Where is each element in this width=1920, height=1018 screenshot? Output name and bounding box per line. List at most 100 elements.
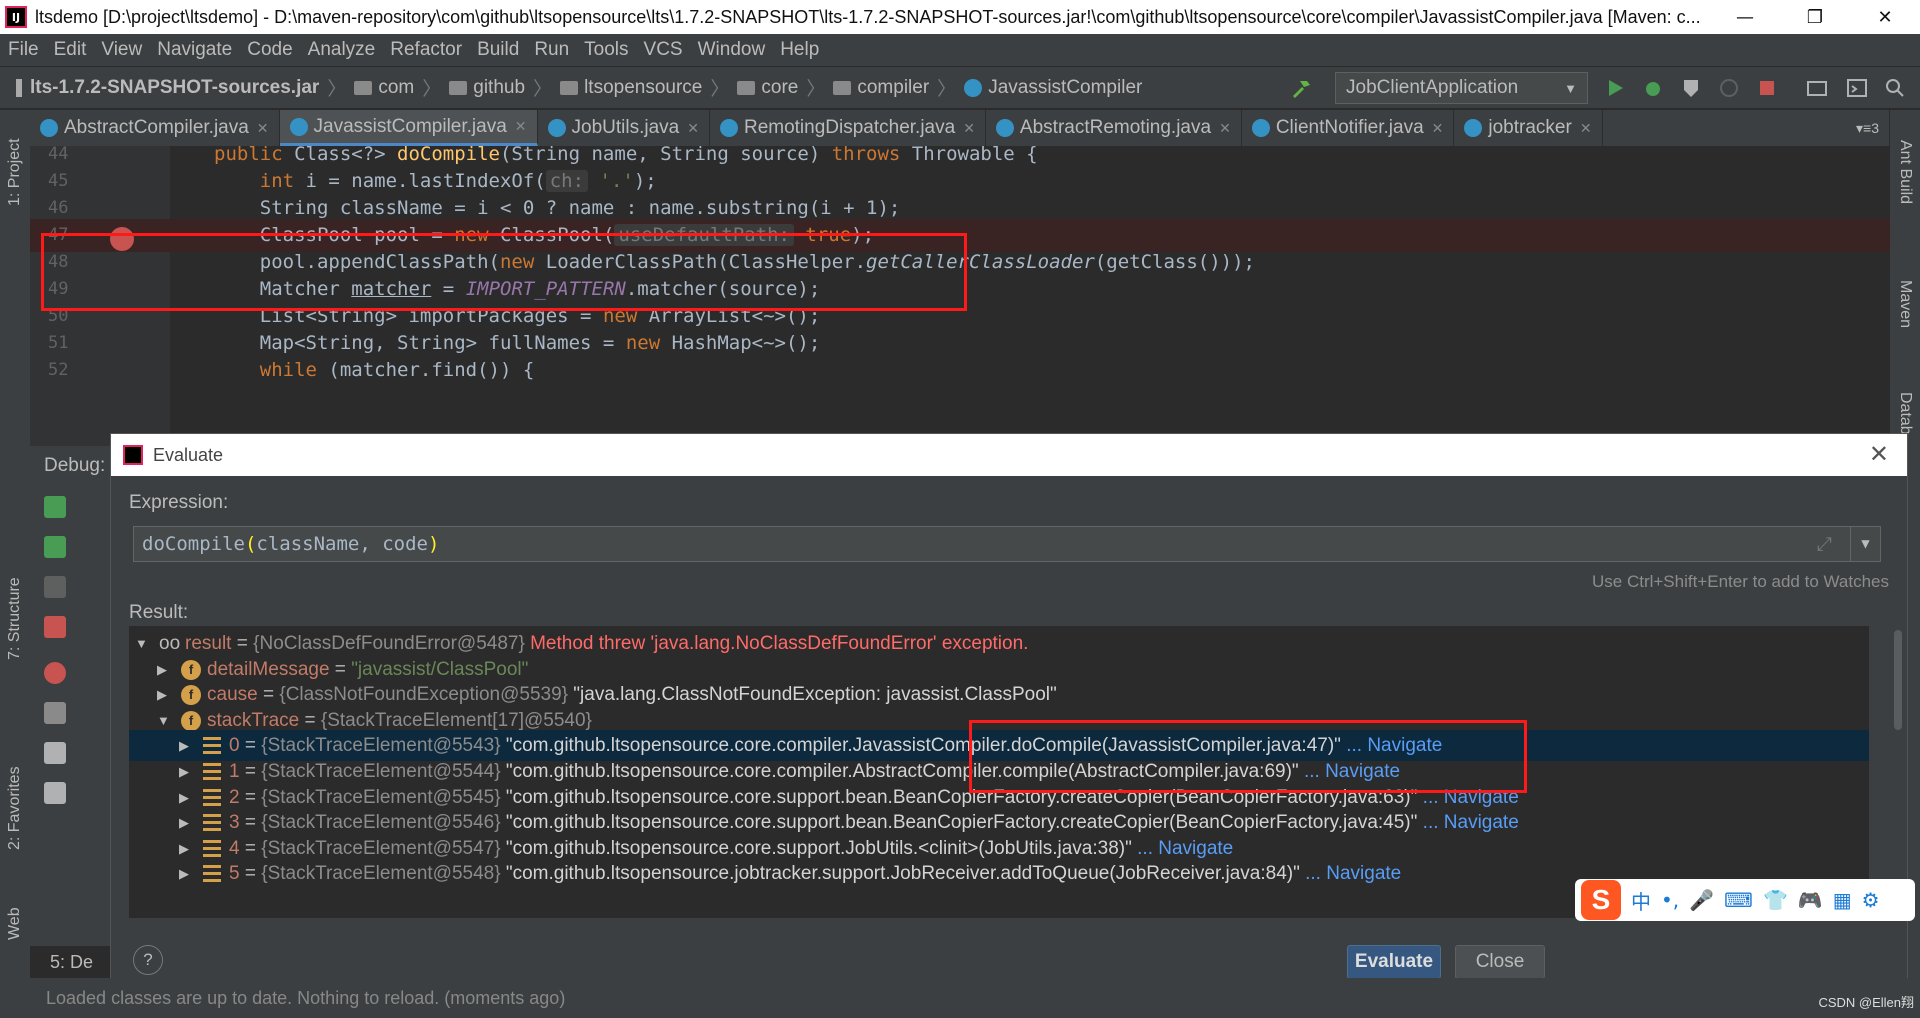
expression-input[interactable]: doCompile(className, code) ⤢ ▼ — [133, 526, 1881, 562]
editor-tab[interactable]: JavassistCompiler.java ✕ — [279, 110, 538, 146]
menu-vcs[interactable]: VCS — [644, 39, 683, 61]
coverage-icon[interactable] — [1680, 77, 1702, 99]
minimize-button[interactable]: — — [1710, 0, 1780, 34]
close-tab-icon[interactable]: ✕ — [1432, 120, 1444, 137]
close-tab-icon[interactable]: ✕ — [963, 120, 975, 137]
ime-tool-icon[interactable]: ⌨ — [1724, 888, 1753, 912]
breadcrumb-separator: 〉 — [533, 79, 553, 100]
stop-debug-icon[interactable] — [44, 616, 66, 638]
menu-code[interactable]: Code — [247, 39, 292, 61]
breadcrumb: lts-1.7.2-SNAPSHOT-sources.jar 〉 com 〉 githu… — [16, 74, 1142, 101]
breadcrumb-item[interactable]: core — [761, 77, 798, 99]
menu-analyze[interactable]: Analyze — [308, 39, 376, 61]
view-breakpoints-icon[interactable] — [44, 662, 66, 684]
close-tab-icon[interactable]: ✕ — [257, 120, 269, 137]
highlight-box-code — [41, 233, 967, 311]
tool-window-structure[interactable]: 7: Structure — [6, 577, 24, 660]
breadcrumb-item[interactable]: lts-1.7.2-SNAPSHOT-sources.jar — [30, 77, 319, 99]
sogou-logo: S — [1581, 880, 1621, 920]
menu-file[interactable]: File — [8, 39, 39, 61]
expand-right-icon[interactable]: ▶ — [179, 858, 189, 889]
restore-button[interactable]: ❐ — [1780, 0, 1850, 34]
mute-breakpoints-icon[interactable] — [44, 702, 66, 724]
editor-tab[interactable]: RemotingDispatcher.java ✕ — [710, 110, 986, 146]
code-line[interactable]: 52 while (matcher.find()) { — [30, 354, 1890, 387]
menu-window[interactable]: Window — [698, 39, 766, 61]
tab-overflow-menu[interactable]: ▾≡3 — [1846, 110, 1890, 146]
editor-tab[interactable]: JobUtils.java ✕ — [538, 110, 710, 146]
menu-view[interactable]: View — [101, 39, 142, 61]
ime-tool-icon[interactable]: ▦ — [1833, 888, 1852, 912]
navigate-link[interactable]: ... Navigate — [1300, 863, 1401, 884]
breadcrumb-item[interactable]: compiler — [857, 77, 929, 99]
navigate-link[interactable]: ... Navigate — [1417, 812, 1519, 833]
run-icon[interactable] — [1604, 77, 1626, 99]
pause-icon[interactable] — [44, 576, 66, 598]
close-tab-icon[interactable]: ✕ — [687, 120, 699, 137]
menu-build[interactable]: Build — [477, 39, 519, 61]
expand-icon[interactable]: ⤢ — [1817, 527, 1832, 561]
ime-toolbar[interactable]: S 中 •, 🎤 ⌨ 👕 🎮 ▦ ⚙ — [1575, 879, 1915, 921]
editor-tab[interactable]: ClientNotifier.java ✕ — [1242, 110, 1455, 146]
editor-tab[interactable]: AbstractRemoting.java ✕ — [986, 110, 1242, 146]
run-configuration-select[interactable]: JobClientApplication ▼ — [1335, 72, 1588, 104]
close-button[interactable]: Close — [1455, 945, 1545, 979]
resume-icon[interactable] — [44, 536, 66, 558]
evaluate-button[interactable]: Evaluate — [1347, 945, 1441, 979]
build-hammer-icon[interactable] — [1290, 77, 1312, 99]
tool-window-maven[interactable]: Maven — [1896, 280, 1914, 328]
stop-icon[interactable] — [1756, 77, 1778, 99]
ime-tool-icon[interactable]: 中 — [1631, 886, 1651, 915]
layout-icon[interactable] — [44, 782, 66, 804]
list-element-icon — [203, 814, 221, 832]
close-tab-icon[interactable]: ✕ — [1580, 120, 1592, 137]
var-ref: {StackTraceElement@5546} — [261, 812, 506, 834]
close-tab-icon[interactable]: ✕ — [1219, 120, 1231, 137]
tool-window-ant-build[interactable]: Ant Build — [1896, 140, 1914, 204]
menu-run[interactable]: Run — [534, 39, 569, 61]
navigate-link[interactable]: ... Navigate — [1132, 838, 1233, 859]
ime-tool-icon[interactable]: ⚙ — [1862, 888, 1880, 912]
menu-edit[interactable]: Edit — [54, 39, 87, 61]
ime-tool-icon[interactable]: 🎮 — [1798, 888, 1823, 912]
list-element-icon — [203, 865, 221, 883]
class-icon — [289, 117, 308, 136]
breadcrumb-item[interactable]: JavassistCompiler — [988, 77, 1142, 99]
debug-bottom-tab[interactable]: 5: De — [30, 946, 93, 978]
close-tab-icon[interactable]: ✕ — [515, 118, 527, 135]
ime-tool-icon[interactable]: 🎤 — [1689, 888, 1714, 912]
debug-bug-icon[interactable] — [1642, 77, 1664, 99]
folder-icon — [560, 80, 579, 95]
menu-tools[interactable]: Tools — [584, 39, 628, 61]
dialog-close-icon[interactable]: ✕ — [1869, 440, 1889, 468]
terminal-icon[interactable] — [1846, 77, 1868, 99]
breadcrumb-item[interactable]: github — [473, 77, 525, 99]
var-name: 1 — [229, 761, 240, 782]
help-button[interactable]: ? — [133, 945, 163, 975]
result-scrollbar[interactable] — [1893, 626, 1903, 918]
breadcrumb-item[interactable]: ltsopensource — [584, 77, 702, 99]
tool-window-project[interactable]: 1: Project — [6, 138, 24, 206]
ime-tool-icon[interactable]: 👕 — [1763, 888, 1788, 912]
menu-bar: File Edit View Navigate Code Analyze Refactor B… — [0, 34, 1920, 66]
rerun-icon[interactable] — [44, 496, 66, 518]
tool-window-database[interactable]: Datab — [1896, 392, 1914, 435]
ime-tool-icon[interactable]: •, — [1661, 888, 1679, 912]
editor-tab[interactable]: AbstractCompiler.java ✕ — [30, 110, 280, 146]
editor-tab-label: jobtracker — [1488, 117, 1572, 138]
project-structure-icon[interactable] — [1806, 77, 1828, 99]
expression-history-dropdown[interactable]: ▼ — [1850, 527, 1880, 561]
menu-navigate[interactable]: Navigate — [157, 39, 232, 61]
camera-icon[interactable] — [44, 742, 66, 764]
close-window-button[interactable]: ✕ — [1850, 0, 1920, 34]
menu-help[interactable]: Help — [780, 39, 819, 61]
breadcrumb-item[interactable]: com — [378, 77, 414, 99]
editor-tab[interactable]: jobtracker ✕ — [1454, 110, 1603, 146]
profile-icon[interactable] — [1718, 77, 1740, 99]
tool-window-favorites[interactable]: 2: Favorites — [6, 766, 24, 850]
expression-function: doCompile — [142, 533, 245, 555]
tool-window-web[interactable]: Web — [6, 907, 24, 940]
menu-refactor[interactable]: Refactor — [390, 39, 462, 61]
class-icon — [995, 119, 1014, 137]
search-icon[interactable] — [1884, 77, 1906, 99]
